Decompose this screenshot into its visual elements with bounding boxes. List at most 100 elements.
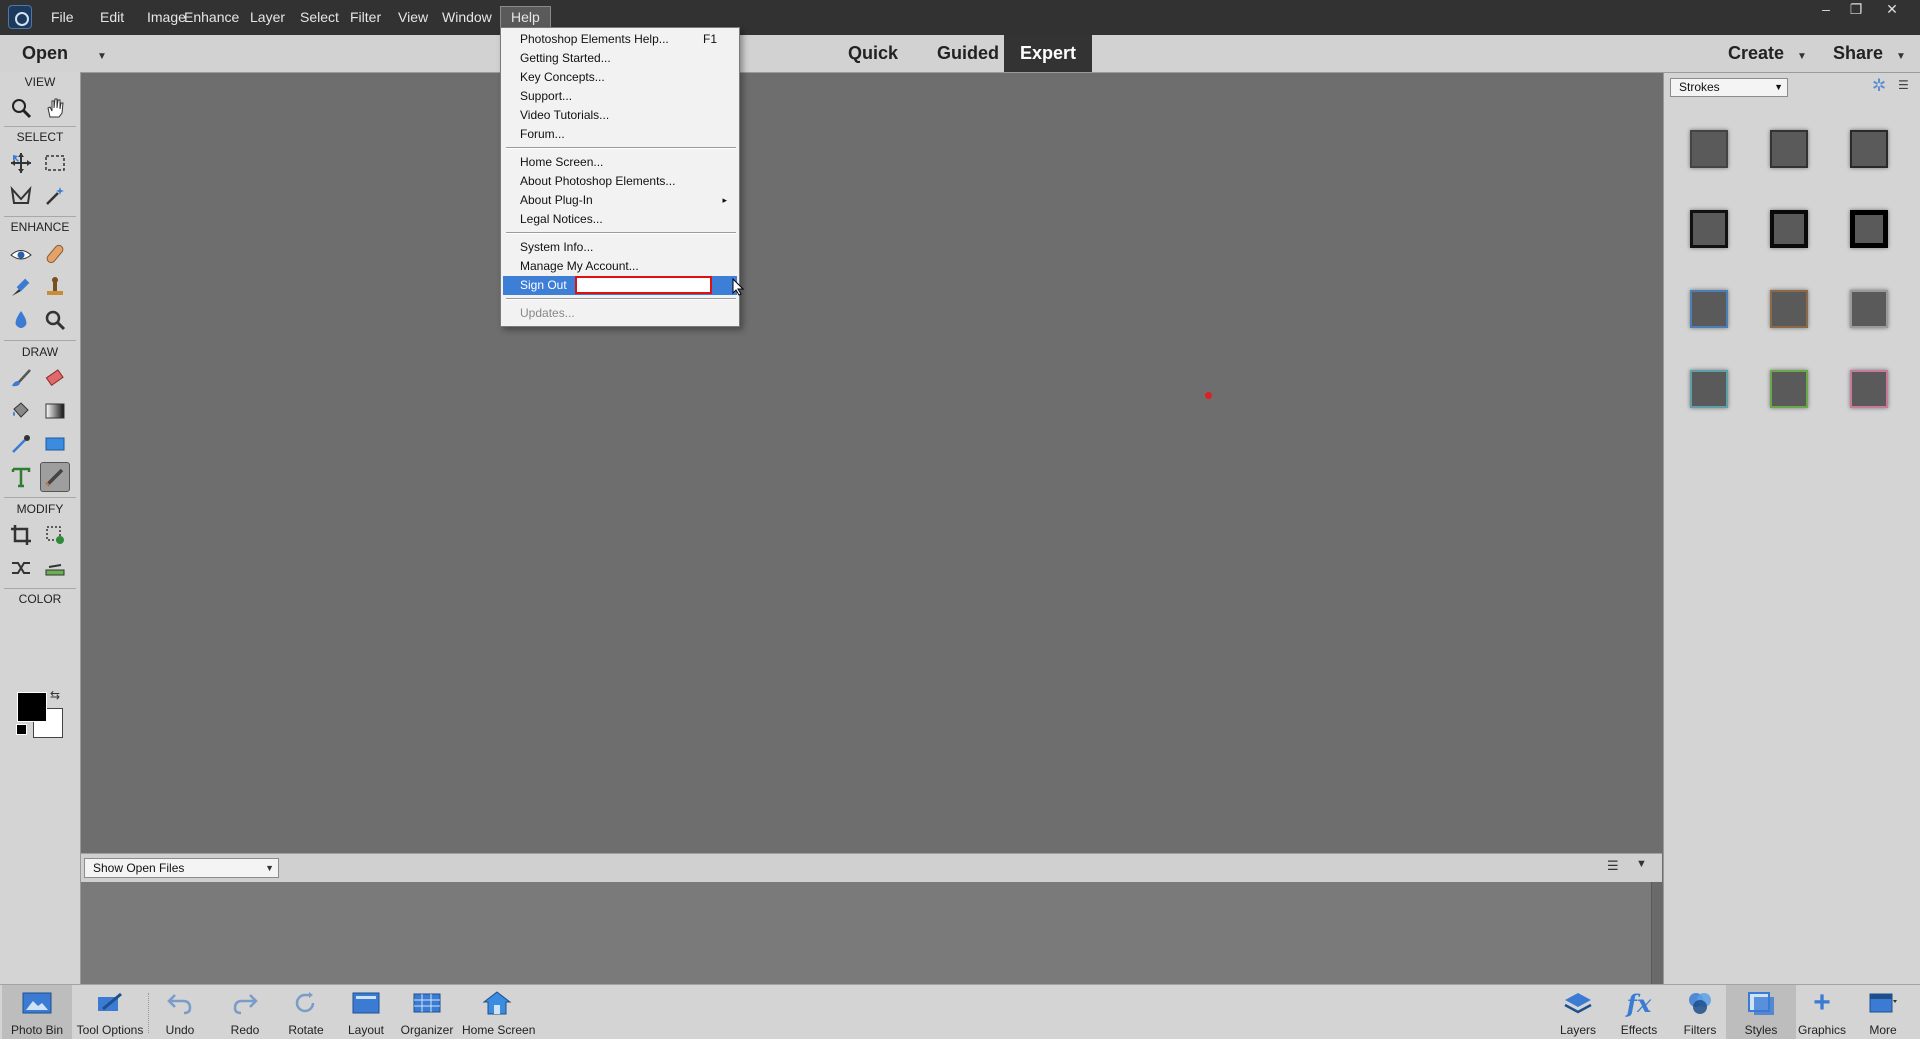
- menu-item-system-info[interactable]: System Info...: [503, 238, 737, 257]
- photo-bin-scrollbar[interactable]: [1651, 882, 1663, 984]
- effects-button[interactable]: fx Effects: [1604, 985, 1674, 1039]
- sponge-tool-icon[interactable]: [40, 305, 70, 335]
- layout-button[interactable]: Layout: [331, 985, 401, 1039]
- tab-quick[interactable]: Quick: [848, 35, 898, 72]
- menu-filter[interactable]: Filter: [340, 0, 391, 35]
- menu-item-legal-notices[interactable]: Legal Notices...: [503, 210, 737, 229]
- move-tool-icon[interactable]: [6, 148, 36, 178]
- marquee-tool-icon[interactable]: [40, 148, 70, 178]
- bin-options-icon[interactable]: ☰: [1607, 858, 1619, 874]
- layers-button[interactable]: Layers: [1543, 985, 1613, 1039]
- undo-button[interactable]: Undo: [145, 985, 215, 1039]
- home-screen-button[interactable]: Home Screen: [462, 985, 535, 1039]
- stroke-swatch[interactable]: [1770, 210, 1808, 248]
- organizer-button[interactable]: Organizer: [392, 985, 462, 1039]
- menu-window[interactable]: Window: [432, 0, 502, 35]
- redo-button[interactable]: Redo: [210, 985, 280, 1039]
- filters-button[interactable]: Filters: [1665, 985, 1735, 1039]
- show-open-files-dropdown[interactable]: Show Open Files ▼: [84, 858, 279, 878]
- recompose-tool-icon[interactable]: [40, 520, 70, 550]
- magic-wand-icon[interactable]: [40, 181, 70, 211]
- foreground-color-swatch[interactable]: [17, 692, 47, 722]
- graphics-button[interactable]: + Graphics: [1787, 985, 1857, 1039]
- restore-icon[interactable]: ❐: [1842, 0, 1870, 20]
- menu-item-photoshop-elements-help[interactable]: Photoshop Elements Help... F1: [503, 30, 737, 49]
- zoom-tool-icon[interactable]: [6, 93, 36, 123]
- section-draw-label: DRAW: [21, 345, 59, 359]
- brush-tool-icon[interactable]: [6, 363, 36, 393]
- stroke-swatch[interactable]: [1690, 370, 1728, 408]
- lasso-tool-icon[interactable]: [6, 181, 36, 211]
- photo-bin-toolbar: Show Open Files ▼ ☰ ▼: [81, 853, 1662, 883]
- clone-stamp-icon[interactable]: [40, 272, 70, 302]
- menu-layer[interactable]: Layer: [240, 0, 295, 35]
- menu-enhance[interactable]: Enhance: [174, 0, 249, 35]
- stroke-swatch[interactable]: [1690, 210, 1728, 248]
- menu-item-support[interactable]: Support...: [503, 87, 737, 106]
- canvas-area[interactable]: [81, 73, 1662, 853]
- gradient-tool-icon[interactable]: [40, 396, 70, 426]
- stroke-swatch[interactable]: [1770, 370, 1808, 408]
- close-icon[interactable]: ✕: [1878, 0, 1906, 20]
- dropdown-value: Show Open Files: [93, 861, 185, 875]
- spot-healing-icon[interactable]: [40, 239, 70, 269]
- swap-colors-icon[interactable]: ⇆: [50, 688, 60, 702]
- menu-help[interactable]: Help: [500, 6, 551, 29]
- pencil-tool-icon[interactable]: [40, 462, 70, 492]
- eraser-tool-icon[interactable]: [40, 363, 70, 393]
- straighten-tool-icon[interactable]: [40, 553, 70, 583]
- menu-item-getting-started[interactable]: Getting Started...: [503, 49, 737, 68]
- stroke-swatch[interactable]: [1690, 130, 1728, 168]
- menu-file[interactable]: File: [41, 0, 84, 35]
- gear-icon[interactable]: ✲: [1872, 76, 1886, 96]
- menu-item-home-screen[interactable]: Home Screen...: [503, 153, 737, 172]
- content-aware-move-icon[interactable]: [6, 553, 36, 583]
- style-category-dropdown[interactable]: Strokes ▼: [1670, 78, 1788, 97]
- menu-item-video-tutorials[interactable]: Video Tutorials...: [503, 106, 737, 125]
- collapse-chevron-icon[interactable]: ▼: [1636, 858, 1647, 870]
- create-button[interactable]: Create ▼: [1728, 35, 1807, 72]
- menu-item-key-concepts[interactable]: Key Concepts...: [503, 68, 737, 87]
- panel-menu-icon[interactable]: ☰: [1898, 78, 1909, 92]
- section-view-label: VIEW: [24, 75, 56, 89]
- stroke-swatch[interactable]: [1850, 370, 1888, 408]
- photo-bin-button[interactable]: Photo Bin: [2, 985, 72, 1039]
- task-label: Undo: [165, 1023, 195, 1037]
- type-tool-icon[interactable]: [6, 462, 36, 492]
- stroke-swatch[interactable]: [1850, 210, 1888, 248]
- tab-expert[interactable]: Expert: [1004, 35, 1092, 72]
- minimize-icon[interactable]: –: [1812, 0, 1840, 20]
- photo-bin-area[interactable]: [81, 882, 1651, 984]
- undo-icon: [164, 989, 196, 1017]
- styles-icon: [1745, 989, 1777, 1017]
- blur-tool-icon[interactable]: [6, 305, 36, 335]
- menu-item-about-plug-in[interactable]: About Plug-In ▸: [503, 191, 737, 210]
- stroke-swatch[interactable]: [1850, 130, 1888, 168]
- menu-item-label: Photoshop Elements Help...: [520, 32, 669, 46]
- tool-options-button[interactable]: Tool Options: [75, 985, 145, 1039]
- stroke-swatch[interactable]: [1770, 130, 1808, 168]
- styles-button[interactable]: Styles: [1726, 985, 1796, 1039]
- default-colors-icon[interactable]: [16, 724, 27, 735]
- menu-item-about-photoshop-elements[interactable]: About Photoshop Elements...: [503, 172, 737, 191]
- menu-edit[interactable]: Edit: [90, 0, 134, 35]
- stroke-swatch[interactable]: [1850, 290, 1888, 328]
- stroke-swatch[interactable]: [1770, 290, 1808, 328]
- open-button[interactable]: Open ▼: [22, 35, 107, 72]
- smart-brush-icon[interactable]: [6, 272, 36, 302]
- menu-item-manage-my-account[interactable]: Manage My Account...: [503, 257, 737, 276]
- menu-view[interactable]: View: [388, 0, 438, 35]
- more-button[interactable]: More: [1848, 985, 1918, 1039]
- paint-bucket-icon[interactable]: [6, 396, 36, 426]
- shape-tool-icon[interactable]: [40, 429, 70, 459]
- share-button[interactable]: Share ▼: [1833, 35, 1906, 72]
- eyedropper-icon[interactable]: [6, 429, 36, 459]
- hand-tool-icon[interactable]: [40, 93, 70, 123]
- menu-item-forum[interactable]: Forum...: [503, 125, 737, 144]
- menu-item-sign-out[interactable]: Sign Out: [503, 276, 737, 295]
- crop-tool-icon[interactable]: [6, 520, 36, 550]
- plus-icon: +: [1813, 986, 1831, 1019]
- tab-guided[interactable]: Guided: [937, 35, 999, 72]
- red-eye-tool-icon[interactable]: [6, 239, 36, 269]
- stroke-swatch[interactable]: [1690, 290, 1728, 328]
